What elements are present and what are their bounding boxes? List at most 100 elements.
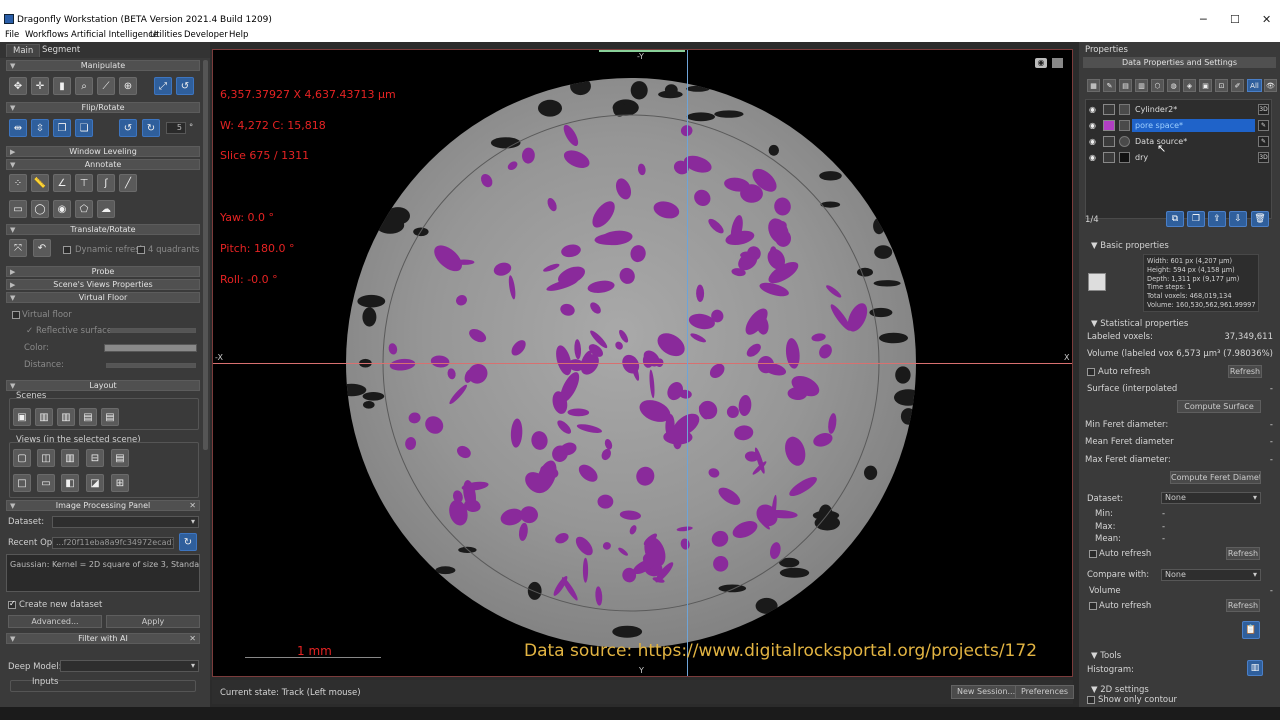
layout-four-icon[interactable]: ▤ — [101, 408, 119, 426]
view-side-icon[interactable]: ◧ — [61, 474, 79, 492]
close-section-icon[interactable]: ✕ — [189, 501, 196, 511]
view-hsplit-icon[interactable]: ⊟ — [86, 449, 104, 467]
view-split-icon[interactable]: ◫ — [37, 449, 55, 467]
layout-single-icon[interactable]: ▣ — [13, 408, 31, 426]
view-bottom-icon[interactable]: ▭ — [37, 474, 55, 492]
section-window-leveling[interactable]: ▶ Window Leveling — [6, 146, 200, 157]
reflective-slider[interactable] — [110, 328, 196, 333]
view-triple-icon[interactable]: ▥ — [61, 449, 79, 467]
histogram-icon[interactable]: ▥ — [1247, 660, 1263, 676]
dataset-dropdown[interactable]: ▾ — [52, 516, 199, 528]
close-filter-icon[interactable]: ✕ — [189, 634, 196, 644]
compare-dropdown[interactable]: None ▾ — [1161, 569, 1261, 581]
section-manipulate[interactable]: ▼ Manipulate — [6, 60, 200, 71]
copy-icon[interactable]: ❐ — [53, 119, 71, 137]
auto-refresh-checkbox-3[interactable] — [1089, 602, 1097, 610]
refresh-op-icon[interactable]: ↻ — [179, 533, 197, 551]
create-new-dataset-checkbox[interactable] — [8, 599, 16, 609]
pencil-icon[interactable]: ✎ — [1103, 79, 1116, 92]
rotate-right-icon[interactable]: ↻ — [142, 119, 160, 137]
render-3d-icon[interactable]: 3D — [1258, 152, 1269, 163]
rotate-left-icon[interactable]: ↺ — [119, 119, 137, 137]
deep-model-dropdown[interactable]: ▾ — [60, 660, 199, 672]
zoom-icon[interactable]: ⌕ — [75, 77, 93, 95]
color-swatch[interactable] — [1103, 136, 1115, 147]
menu-utilities[interactable]: Utilities — [150, 30, 182, 40]
section-virtual-floor[interactable]: ▼ Virtual Floor — [6, 292, 200, 303]
list-item[interactable]: ◉ dry 3D — [1086, 150, 1271, 165]
slice-viewport[interactable]: 6,357.37927 X 4,637.43713 µm W: 4,272 C:… — [212, 49, 1073, 677]
target-icon[interactable]: ⊕ — [119, 77, 137, 95]
move-icon[interactable]: ✛ — [31, 77, 49, 95]
rectangle-icon[interactable]: ▭ — [9, 200, 27, 218]
refresh-button-3[interactable]: Refresh — [1226, 599, 1260, 612]
section-layout[interactable]: ▼ Layout — [6, 380, 200, 391]
section-scene-views[interactable]: ▶ Scene's Views Properties — [6, 279, 200, 290]
view-grid-icon[interactable]: ⊞ — [111, 474, 129, 492]
visibility-eye-icon[interactable]: ◉ — [1089, 153, 1099, 162]
color-swatch[interactable] — [1103, 104, 1115, 115]
section-filter-ai[interactable]: ▼ Filter with AI ✕ — [6, 633, 200, 644]
pan-icon[interactable]: ✥ — [9, 77, 27, 95]
menu-workflows[interactable]: Workflows — [25, 30, 68, 40]
distance-slider[interactable] — [106, 363, 196, 368]
clipboard-icon[interactable]: 📋 — [1242, 621, 1260, 639]
color-swatch[interactable] — [104, 344, 197, 352]
refresh-button-2[interactable]: Refresh — [1226, 547, 1260, 560]
menu-file[interactable]: File — [5, 30, 19, 40]
auto-refresh-checkbox-2[interactable] — [1089, 550, 1097, 558]
all-filter-button[interactable]: All — [1247, 79, 1262, 92]
preferences-button[interactable]: Preferences — [1015, 685, 1075, 699]
refresh-button[interactable]: Refresh — [1228, 365, 1262, 378]
line-icon[interactable]: ╱ — [119, 174, 137, 192]
ruler-icon[interactable]: 📏 — [31, 174, 49, 192]
edit-icon[interactable]: ✎ — [1258, 136, 1269, 147]
layer-icon[interactable]: ▮ — [53, 77, 71, 95]
import-icon[interactable]: ⇩ — [1229, 211, 1247, 227]
view-single-icon[interactable]: ▢ — [13, 449, 31, 467]
path-icon[interactable]: ʃ — [97, 174, 115, 192]
circle-icon[interactable]: ◉ — [53, 200, 71, 218]
tab-segment[interactable]: Segment — [36, 44, 86, 57]
caliper-icon[interactable]: ⊤ — [75, 174, 93, 192]
view-quad-icon[interactable]: ▤ — [111, 449, 129, 467]
close-button[interactable]: ✕ — [1262, 13, 1271, 26]
layout-rows-icon[interactable]: ▤ — [79, 408, 97, 426]
copy-object-icon[interactable]: ❐ — [1187, 211, 1205, 227]
brush-icon[interactable]: ✐ — [1231, 79, 1244, 92]
graph-icon[interactable]: ⊡ — [1215, 79, 1228, 92]
paste-icon[interactable]: ❏ — [75, 119, 93, 137]
shape-icon[interactable]: ◈ — [1183, 79, 1196, 92]
four-quadrants-checkbox[interactable] — [137, 246, 145, 254]
translate-icon[interactable]: ⤧ — [9, 239, 27, 257]
menu-developer[interactable]: Developer — [184, 30, 228, 40]
menu-help[interactable]: Help — [229, 30, 248, 40]
eye-icon[interactable]: 👁 — [1264, 79, 1277, 92]
apply-button[interactable]: Apply — [106, 615, 200, 628]
dataset-dropdown[interactable]: None ▾ — [1161, 492, 1261, 504]
section-flip-rotate[interactable]: ▼ Flip/Rotate — [6, 102, 200, 113]
vertical-crosshair[interactable] — [687, 50, 688, 676]
menu-artificial-intelligence[interactable]: Artificial Intelligence — [71, 30, 158, 40]
volume-icon[interactable]: ▣ — [1199, 79, 1212, 92]
new-session-button[interactable]: New Session... — [951, 685, 1022, 699]
ellipse-icon[interactable]: ◯ — [31, 200, 49, 218]
table-icon[interactable]: ▦ — [1087, 79, 1100, 92]
compute-feret-button[interactable]: Compute Feret Diamete — [1170, 471, 1261, 484]
layout-two-icon[interactable]: ▥ — [35, 408, 53, 426]
list-item[interactable]: ◉ Cylinder2* 3D — [1086, 102, 1271, 117]
undo-icon[interactable]: ↶ — [33, 239, 51, 257]
compute-surface-button[interactable]: Compute Surface — [1177, 400, 1261, 413]
view-corner-icon[interactable]: ◪ — [86, 474, 104, 492]
doc-icon[interactable]: ▤ — [1119, 79, 1132, 92]
points-icon[interactable]: ⁘ — [9, 174, 27, 192]
angle-icon[interactable]: ∠ — [53, 174, 71, 192]
auto-refresh-checkbox[interactable] — [1087, 368, 1095, 376]
list-item[interactable]: ◉ Data source* ✎ — [1086, 134, 1271, 149]
camera-icon[interactable]: ◉ — [1035, 58, 1047, 68]
list-item[interactable]: ◉ pore space* ✎ — [1086, 118, 1271, 133]
advanced-button[interactable]: Advanced... — [8, 615, 102, 628]
freehand-icon[interactable]: ☁ — [97, 200, 115, 218]
roi-icon[interactable]: ◍ — [1167, 79, 1180, 92]
color-swatch[interactable] — [1103, 120, 1115, 131]
